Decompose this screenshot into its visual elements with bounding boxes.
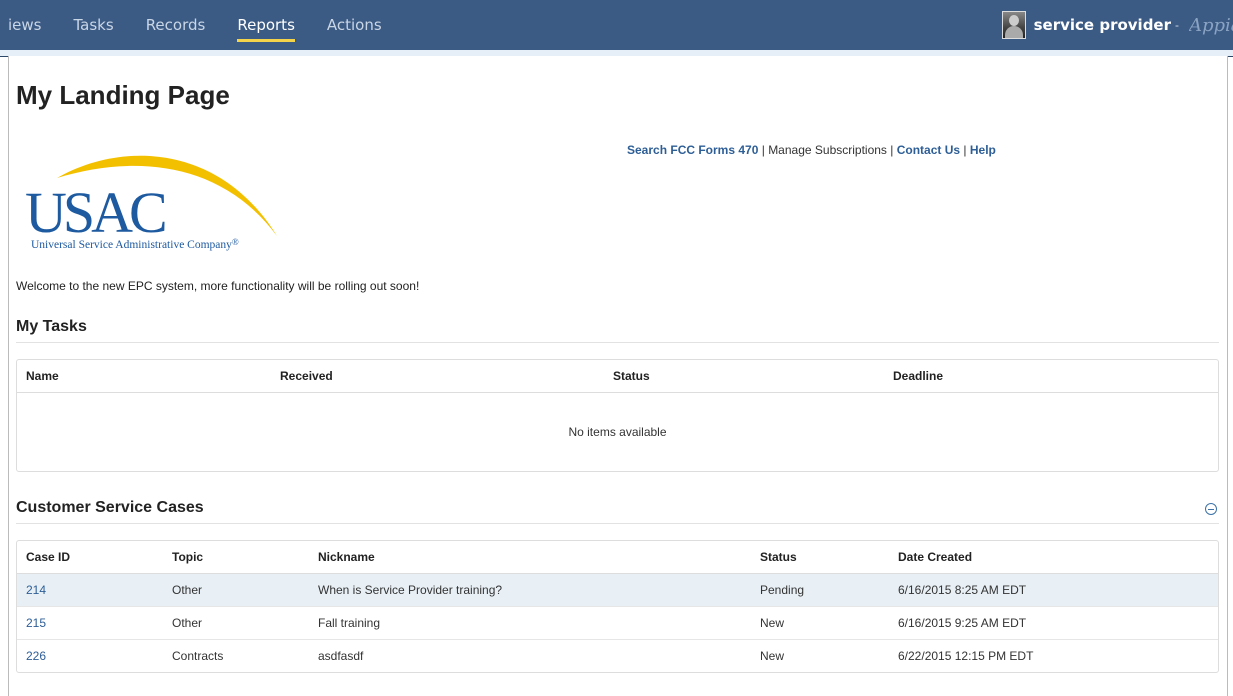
cases-grid: Case ID Topic Nickname Status Date Creat… (16, 540, 1219, 673)
column-header-name[interactable]: Name (17, 369, 271, 383)
grid-header: Name Received Status Deadline (17, 360, 1218, 393)
my-tasks-title: My Tasks (16, 318, 87, 335)
case-nickname: asdfasdf (318, 649, 364, 663)
search-fcc-forms-link[interactable]: Search FCC Forms 470 (627, 143, 758, 157)
case-id-link[interactable]: 226 (17, 649, 163, 663)
user-menu[interactable]: service provider - Appia (1001, 0, 1233, 50)
case-topic: Other (172, 616, 203, 630)
case-topic: Other (172, 583, 203, 597)
help-link[interactable]: Help (970, 143, 996, 157)
case-date-created: 6/16/2015 8:25 AM EDT (898, 583, 1027, 597)
column-header-received[interactable]: Received (271, 369, 604, 383)
case-status: New (760, 616, 785, 630)
usac-logo: USAC Universal Service Administrative Co… (25, 155, 277, 251)
grid-header: Case ID Topic Nickname Status Date Creat… (17, 541, 1218, 574)
case-status: New (760, 649, 785, 663)
case-nickname: Fall training (318, 616, 381, 630)
user-name[interactable]: service provider (1034, 16, 1171, 34)
divider (16, 342, 1219, 343)
my-tasks-grid: Name Received Status Deadline No items a… (16, 359, 1219, 472)
case-date-created: 6/22/2015 12:15 PM EDT (898, 649, 1034, 663)
column-header-case-id[interactable]: Case ID (17, 550, 163, 564)
column-header-deadline[interactable]: Deadline (884, 369, 1218, 383)
case-id-link[interactable]: 215 (17, 616, 163, 630)
column-header-topic[interactable]: Topic (163, 550, 309, 564)
link-separator: | (886, 143, 897, 157)
column-header-nickname[interactable]: Nickname (309, 550, 751, 564)
logo-subtitle: Universal Service Administrative Company… (31, 237, 239, 251)
customer-service-cases-title: Customer Service Cases (16, 499, 204, 516)
table-row[interactable]: 214 Other When is Service Provider train… (17, 574, 1218, 607)
case-nickname: When is Service Provider training? (318, 583, 503, 597)
contact-us-link[interactable]: Contact Us (897, 143, 960, 157)
case-status: Pending (760, 583, 805, 597)
column-header-status[interactable]: Status (751, 550, 889, 564)
column-header-date-created[interactable]: Date Created (889, 550, 1218, 564)
nav-tab-records[interactable]: Records (130, 0, 222, 50)
case-date-created: 6/16/2015 9:25 AM EDT (898, 616, 1027, 630)
column-header-status[interactable]: Status (604, 369, 884, 383)
page-title: My Landing Page (16, 80, 230, 110)
table-row[interactable]: 215 Other Fall training New 6/16/2015 9:… (17, 607, 1218, 640)
divider (16, 523, 1219, 524)
table-row[interactable]: 226 Contracts asdfasdf New 6/22/2015 12:… (17, 640, 1218, 672)
landing-page: My Landing Page Search FCC Forms 470 | M… (8, 56, 1228, 696)
welcome-message: Welcome to the new EPC system, more func… (16, 279, 420, 293)
main-nav: iews Tasks Records Reports Actions (0, 0, 398, 50)
nav-tab-tasks[interactable]: Tasks (57, 0, 129, 50)
nav-tab-reports[interactable]: Reports (221, 0, 311, 50)
manage-subscriptions-text: Manage Subscriptions (768, 143, 887, 157)
logo-wordmark: USAC (25, 180, 165, 245)
appian-logo: Appia (1189, 14, 1233, 36)
top-navigation-bar: iews Tasks Records Reports Actions servi… (0, 0, 1233, 57)
collapse-minus-icon[interactable] (1205, 503, 1217, 515)
header-links: Search FCC Forms 470 | Manage Subscripti… (627, 143, 996, 157)
nav-tab-news[interactable]: iews (0, 0, 57, 50)
avatar[interactable] (1001, 11, 1026, 39)
chevron-down-icon[interactable]: - (1175, 18, 1179, 32)
nav-tab-actions[interactable]: Actions (311, 0, 398, 50)
empty-state: No items available (568, 425, 667, 439)
link-separator: | (758, 143, 769, 157)
case-topic: Contracts (172, 649, 224, 663)
case-id-link[interactable]: 214 (17, 583, 163, 597)
link-separator: | (960, 143, 970, 157)
